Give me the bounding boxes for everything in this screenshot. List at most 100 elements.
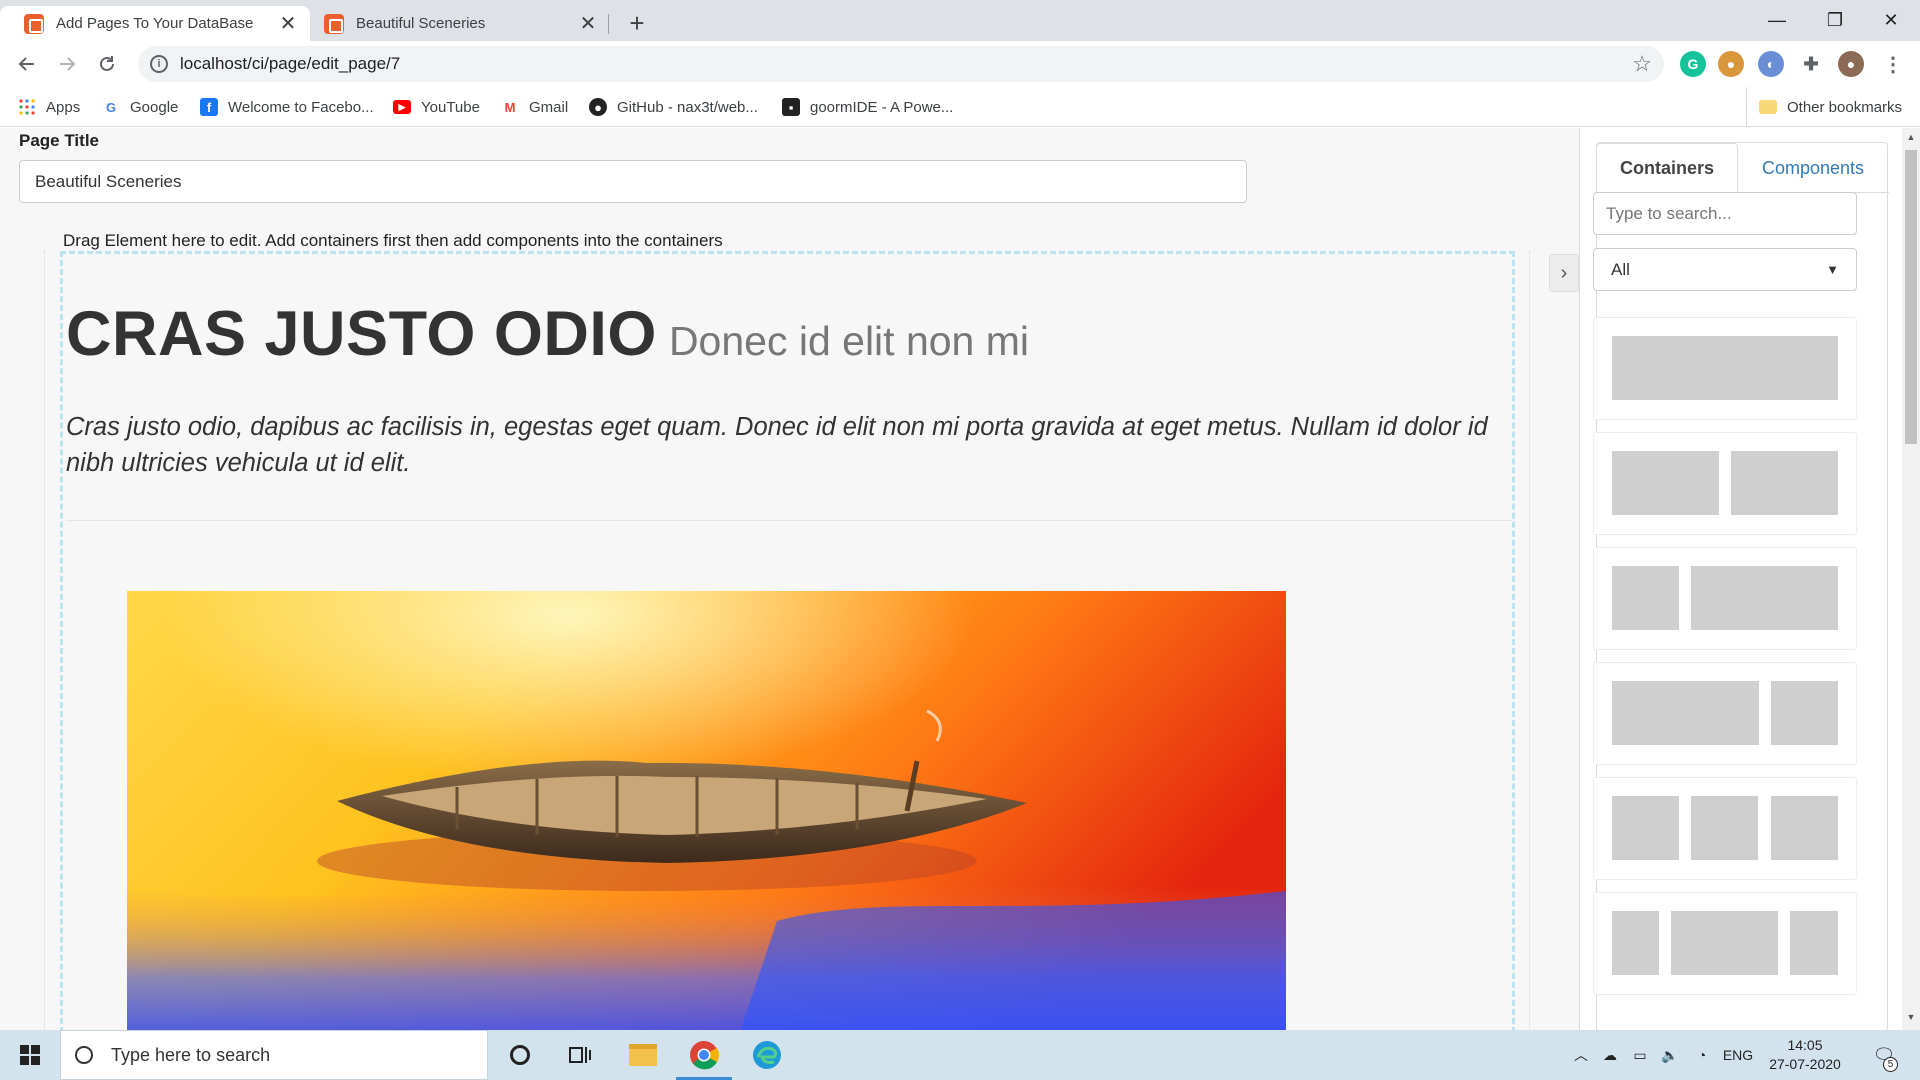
cookie-extension-icon[interactable]: ● [1718, 51, 1744, 77]
scroll-up-arrow-icon[interactable]: ▲ [1902, 132, 1920, 148]
scroll-down-arrow-icon[interactable]: ▼ [1902, 1012, 1920, 1028]
page-title-input[interactable] [19, 160, 1247, 203]
layout-block [1612, 451, 1719, 515]
edge-taskbar-icon[interactable] [737, 1030, 797, 1080]
page-editor: Page Title Drag Element here to edit. Ad… [0, 128, 1920, 1030]
bookmark-google[interactable]: G Google [102, 87, 178, 127]
drag-hint-text: Drag Element here to edit. Add container… [63, 231, 723, 250]
bookmark-github[interactable]: ● GitHub - nax3t/web... [589, 87, 758, 127]
hero-heading[interactable]: CRAS JUSTO ODIO Donec id elit non mi [66, 298, 1029, 370]
tab-add-pages[interactable]: Add Pages To Your DataBase ✕ [0, 6, 310, 41]
bookmark-goormide[interactable]: ▪ goormIDE - A Powe... [782, 87, 953, 127]
tab-close-icon[interactable]: ✕ [278, 11, 298, 36]
cortana-icon[interactable] [490, 1030, 550, 1080]
layout-block [1612, 911, 1659, 975]
profile-avatar[interactable]: ● [1838, 51, 1864, 77]
collapse-panel-chevron-icon[interactable]: › [1549, 254, 1579, 292]
layout-block [1612, 336, 1838, 400]
layout-block [1771, 681, 1838, 745]
browser-toolbar: i localhost/ci/page/edit_page/7 ☆ G ● ◐ … [0, 41, 1920, 87]
github-icon: ● [589, 98, 607, 116]
minimize-button[interactable]: — [1748, 0, 1806, 41]
task-view-icon[interactable] [550, 1030, 610, 1080]
taskbar-clock[interactable]: 14:05 27-07-2020 [1760, 1036, 1850, 1074]
editor-dropzone[interactable]: CRAS JUSTO ODIO Donec id elit non mi Cras… [60, 251, 1515, 1030]
notifications-icon[interactable]: 🗨 5 [1864, 1030, 1904, 1080]
element-search-input[interactable] [1593, 192, 1857, 235]
scrollbar-thumb[interactable] [1905, 150, 1917, 444]
back-arrow-icon[interactable] [12, 49, 42, 79]
bookmark-youtube[interactable]: ▶ YouTube [393, 87, 480, 127]
boat-sunset-image[interactable] [127, 591, 1286, 1030]
apps-grid-icon [18, 98, 36, 116]
file-explorer-icon[interactable] [613, 1030, 673, 1080]
address-bar[interactable]: i localhost/ci/page/edit_page/7 ☆ [138, 46, 1664, 82]
battery-icon[interactable]: ▭ [1626, 1030, 1654, 1080]
layout-block [1790, 911, 1838, 975]
bookmark-star-icon[interactable]: ☆ [1632, 51, 1652, 77]
bookmark-label: Apps [46, 98, 81, 116]
wifi-icon[interactable]: ◔ [1688, 1030, 1716, 1080]
clock-time: 14:05 [1787, 1037, 1823, 1053]
clock-date: 27-07-2020 [1769, 1056, 1841, 1072]
tab-title: Add Pages To Your DataBase [56, 15, 254, 32]
other-bookmarks[interactable]: Other bookmarks [1746, 87, 1902, 127]
volume-icon[interactable]: 🔈 [1656, 1030, 1684, 1080]
folder-icon [1759, 100, 1777, 114]
layout-two-columns[interactable] [1593, 432, 1857, 535]
close-window-button[interactable]: ✕ [1862, 0, 1920, 41]
layout-block [1612, 566, 1679, 630]
new-tab-button[interactable]: + [622, 8, 652, 39]
bookmark-gmail[interactable]: M Gmail [501, 87, 569, 127]
tab-components[interactable]: Components [1738, 143, 1888, 193]
taskbar-search-box[interactable]: Type here to search [60, 1030, 488, 1080]
input-language[interactable]: ENG [1718, 1030, 1758, 1080]
bookmark-label: GitHub - nax3t/web... [617, 98, 758, 116]
windows-logo-icon [20, 1045, 40, 1065]
codeigniter-favicon-icon [324, 13, 344, 34]
layout-wide-narrow[interactable] [1593, 662, 1857, 765]
hero-lead-text[interactable]: Cras justo odio, dapibus ac facilisis in… [66, 409, 1511, 481]
youtube-icon: ▶ [393, 100, 411, 114]
layout-block [1691, 566, 1838, 630]
layout-block [1612, 796, 1679, 860]
grammarly-extension-icon[interactable]: G [1680, 51, 1706, 77]
search-icon [75, 1046, 93, 1064]
layout-three-columns[interactable] [1593, 777, 1857, 880]
bookmark-facebook[interactable]: f Welcome to Facebo... [200, 87, 374, 127]
other-bookmarks-label: Other bookmarks [1787, 98, 1903, 116]
layout-block [1671, 911, 1778, 975]
category-filter-select[interactable]: All ▼ [1593, 248, 1857, 291]
bookmark-label: YouTube [421, 98, 480, 116]
layout-block [1691, 796, 1758, 860]
layout-one-column[interactable] [1593, 317, 1857, 420]
tab-beautiful-sceneries[interactable]: Beautiful Sceneries ✕ [300, 6, 610, 41]
forward-arrow-icon[interactable] [52, 49, 82, 79]
windows-start-button[interactable] [0, 1030, 60, 1080]
tab-containers[interactable]: Containers [1596, 143, 1738, 193]
divider [66, 520, 1512, 521]
tab-close-icon[interactable]: ✕ [578, 11, 598, 36]
layout-narrow-wide-narrow[interactable] [1593, 892, 1857, 995]
tab-title: Beautiful Sceneries [356, 15, 486, 32]
reload-icon[interactable] [92, 49, 122, 79]
facebook-icon: f [200, 98, 218, 116]
url-text: localhost/ci/page/edit_page/7 [180, 54, 401, 73]
show-hidden-icons-chevron-icon[interactable]: ︿ [1568, 1030, 1594, 1080]
bookmark-label: Google [130, 98, 179, 116]
chrome-menu-icon[interactable]: ⋮ [1880, 51, 1906, 77]
page-scrollbar[interactable]: ▲ ▼ [1902, 128, 1920, 1030]
quill-extension-icon[interactable]: ◐ [1758, 51, 1784, 77]
maximize-button[interactable]: ❐ [1806, 0, 1864, 41]
tab-separator [608, 14, 609, 34]
chrome-taskbar-icon[interactable] [674, 1030, 734, 1080]
extensions-puzzle-icon[interactable]: ✚ [1798, 51, 1824, 77]
bookmark-apps[interactable]: Apps [18, 87, 80, 127]
onedrive-icon[interactable]: ☁ [1596, 1030, 1624, 1080]
elements-panel: Containers Components All ▼ [1579, 128, 1902, 1030]
browser-tab-bar: Add Pages To Your DataBase ✕ Beautiful S… [0, 0, 1920, 41]
bookmark-label: Gmail [529, 98, 569, 116]
goormide-icon: ▪ [782, 98, 800, 116]
layout-narrow-wide[interactable] [1593, 547, 1857, 650]
site-info-icon[interactable]: i [150, 55, 168, 73]
